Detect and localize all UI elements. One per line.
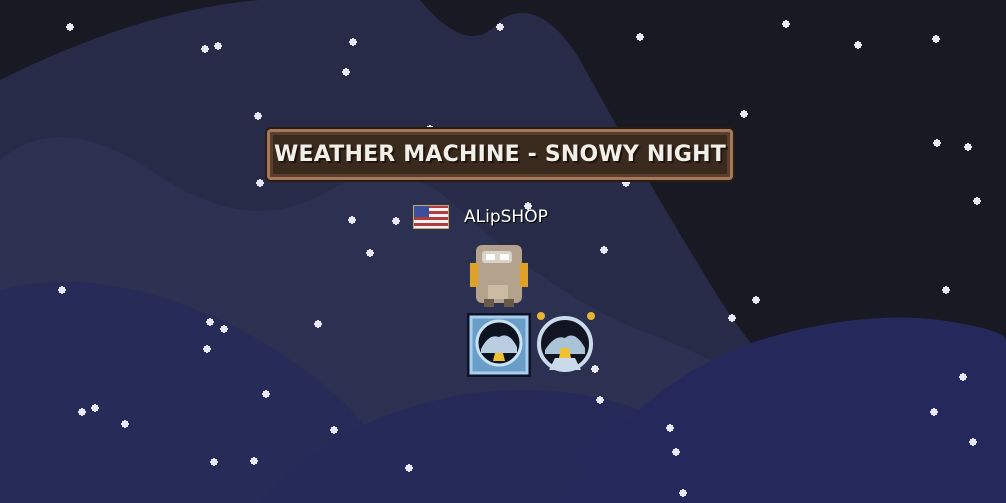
snowflake-icon: [254, 112, 262, 120]
snowflake-icon: [405, 464, 413, 472]
snowflake-icon: [752, 296, 760, 304]
snowflake-icon: [942, 286, 950, 294]
snowflake-icon: [933, 139, 941, 147]
snowflake-icon: [78, 408, 86, 416]
snowflake-icon: [969, 438, 977, 446]
snowflake-icon: [203, 345, 211, 353]
snowflake-icon: [66, 23, 74, 31]
snowflake-icon: [964, 143, 972, 151]
world-sign: WEATHER MACHINE - SNOWY NIGHT: [267, 129, 733, 180]
snowflake-icon: [210, 458, 218, 466]
snowflake-icon: [672, 448, 680, 456]
snowflake-icon: [622, 179, 630, 187]
snowflake-icon: [91, 404, 99, 412]
growtopian-avatar-icon: [470, 245, 528, 307]
snowflake-icon: [728, 314, 736, 322]
world-sign-title: WEATHER MACHINE - SNOWY NIGHT: [274, 142, 726, 167]
snowflake-icon: [930, 408, 938, 416]
snowflake-icon: [496, 23, 504, 31]
weather-machine-snowy-icon: [467, 313, 531, 377]
player-name: ALipSHOP: [464, 207, 548, 227]
snowflake-icon: [666, 424, 674, 432]
usa-flag-icon: [413, 205, 449, 229]
snowflake-icon: [256, 179, 264, 187]
snowflake-icon: [121, 420, 129, 428]
snowflake-icon: [600, 246, 608, 254]
snowflake-icon: [201, 45, 209, 53]
player-nametag[interactable]: ALipSHOP: [413, 203, 548, 231]
snowflake-icon: [591, 365, 599, 373]
snowflake-icon: [932, 35, 940, 43]
snowflake-icon: [342, 68, 350, 76]
snowflake-icon: [854, 41, 862, 49]
snowflake-icon: [740, 110, 748, 118]
snowflake-icon: [782, 20, 790, 28]
snowflake-icon: [262, 390, 270, 398]
snowflake-icon: [220, 325, 228, 333]
snowflake-icon: [250, 457, 258, 465]
snowflake-icon: [959, 373, 967, 381]
snowflake-icon: [214, 42, 222, 50]
snowflake-icon: [330, 426, 338, 434]
snowflake-icon: [973, 197, 981, 205]
snowflake-icon: [392, 217, 400, 225]
snowflake-icon: [314, 320, 322, 328]
snowflake-icon: [366, 249, 374, 257]
snowflake-icon: [349, 38, 357, 46]
snowflake-icon: [636, 33, 644, 41]
snowflake-icon: [348, 216, 356, 224]
game-world-background: [0, 0, 1006, 503]
snowflake-icon: [206, 318, 214, 326]
snowflake-icon: [596, 396, 604, 404]
snowflake-icon: [679, 489, 687, 497]
snowflake-icon: [58, 286, 66, 294]
